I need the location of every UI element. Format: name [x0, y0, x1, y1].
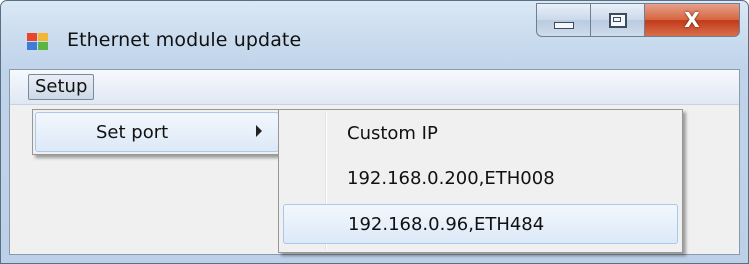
maximize-button[interactable] — [590, 3, 644, 37]
menu-item-set-port[interactable]: Set port — [35, 112, 279, 152]
menu-item-label: 192.168.0.200,ETH008 — [347, 168, 555, 189]
window-title: Ethernet module update — [67, 29, 302, 51]
maximize-icon — [608, 12, 627, 28]
menu-item-eth484[interactable]: 192.168.0.96,ETH484 — [283, 204, 678, 244]
menu-setup[interactable]: Setup — [28, 74, 95, 100]
menu-item-eth008[interactable]: 192.168.0.200,ETH008 — [283, 159, 678, 199]
setup-dropdown: Set port — [32, 109, 282, 155]
caption-buttons: X — [536, 3, 740, 39]
minimize-button[interactable] — [536, 3, 590, 37]
close-icon: X — [684, 8, 700, 32]
submenu-arrow-icon — [256, 125, 262, 137]
menu-item-label: 192.168.0.96,ETH484 — [348, 214, 545, 235]
menu-bar: Setup — [10, 70, 739, 105]
app-icon — [27, 33, 48, 50]
close-button[interactable]: X — [644, 3, 740, 37]
menu-item-custom-ip[interactable]: Custom IP — [283, 114, 678, 154]
menu-item-label: Custom IP — [347, 123, 438, 144]
minimize-icon — [553, 21, 574, 29]
set-port-dropdown: Custom IP 192.168.0.200,ETH008 192.168.0… — [278, 109, 683, 253]
menu-item-label: Set port — [96, 122, 169, 143]
title-bar[interactable]: Ethernet module update X — [1, 1, 748, 65]
